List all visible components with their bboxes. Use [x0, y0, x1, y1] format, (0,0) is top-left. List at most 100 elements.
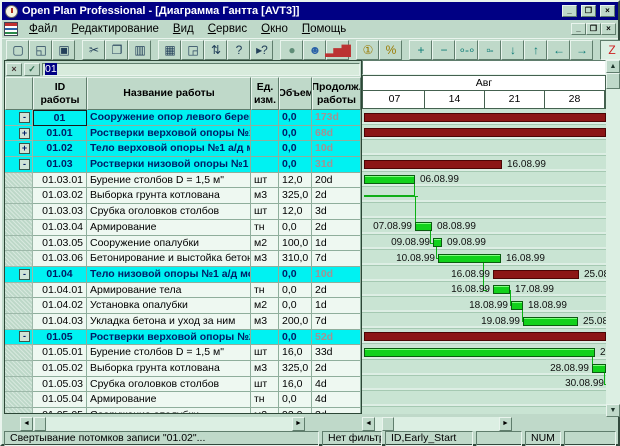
- collapse-icon[interactable]: -: [19, 331, 30, 342]
- child-close-button[interactable]: ×: [601, 23, 616, 35]
- clock-icon[interactable]: ①: [356, 40, 379, 60]
- table-row[interactable]: -01Сооружение опор левого берега0,0173d: [5, 110, 361, 126]
- table-row[interactable]: 01.05.03Срубка оголовков столбовшт16,04d: [5, 377, 361, 393]
- table-row[interactable]: 01.03.05Сооружение опалубким2100,01d: [5, 236, 361, 252]
- expand-icon[interactable]: +: [19, 128, 30, 139]
- link-nodes-icon[interactable]: ∘-∘: [455, 40, 478, 60]
- table-scroll-left-icon[interactable]: ◄: [20, 417, 33, 431]
- copy-icon[interactable]: ❐: [105, 40, 128, 60]
- arrow-down-icon[interactable]: ↓: [501, 40, 524, 60]
- print-icon[interactable]: ▦: [158, 40, 181, 60]
- task-bar-01.04.01[interactable]: [493, 285, 510, 294]
- header-volume[interactable]: Объем: [279, 77, 312, 110]
- restore-button[interactable]: ❐: [581, 5, 596, 17]
- accept-edit-button[interactable]: ✓: [24, 63, 40, 76]
- table-row[interactable]: 01.05.02Выборка грунта котлованам3325,02…: [5, 361, 361, 377]
- menu-item[interactable]: Окно: [254, 22, 295, 36]
- task-bar-01.04.02[interactable]: [511, 301, 523, 310]
- table-row[interactable]: 01.05.05Сооружение опалубким292,02d: [5, 408, 361, 413]
- add-activity-icon[interactable]: +: [409, 40, 432, 60]
- zigzag-view-icon[interactable]: Z: [600, 40, 620, 60]
- cut-icon[interactable]: ✂: [82, 40, 105, 60]
- table-row[interactable]: +01.01Ростверки верховой опоры №1 а/д0,0…: [5, 126, 361, 142]
- task-bar-01.03.06[interactable]: [438, 254, 501, 263]
- summary-bar-01.04[interactable]: [493, 270, 579, 279]
- task-bar-01.04.03[interactable]: [523, 317, 578, 326]
- expand-icon[interactable]: +: [19, 143, 30, 154]
- child-restore-button[interactable]: ❐: [586, 23, 601, 35]
- new-document-icon[interactable]: ▢: [6, 40, 29, 60]
- header-id[interactable]: ID работы: [33, 77, 87, 110]
- header-unit[interactable]: Ед. изм.: [251, 77, 279, 110]
- open-folder-icon[interactable]: ◱: [29, 40, 52, 60]
- gantt-timescale[interactable]: Авг 07142128: [362, 75, 606, 109]
- arrow-left-icon[interactable]: ←: [547, 40, 570, 60]
- table-scroll-right-icon[interactable]: ►: [292, 417, 305, 431]
- table-horizontal-scrollbar[interactable]: ◄ ►: [20, 417, 305, 431]
- table-row[interactable]: 01.03.02Выборка грунта котлованам3325,02…: [5, 188, 361, 204]
- child-minimize-button[interactable]: _: [571, 23, 586, 35]
- table-row[interactable]: 01.04.01Армирование телатн0,02d: [5, 283, 361, 299]
- scroll-down-icon[interactable]: ▼: [606, 404, 620, 417]
- header-name[interactable]: Название работы: [87, 77, 251, 110]
- cell-edit-input[interactable]: 01: [42, 63, 360, 76]
- collapse-icon[interactable]: -: [19, 112, 30, 123]
- child-document-icon[interactable]: [4, 22, 18, 36]
- percent-icon[interactable]: %: [379, 40, 402, 60]
- paste-icon[interactable]: ▥: [128, 40, 151, 60]
- bar-chart-icon[interactable]: ▂▅▇: [326, 40, 349, 60]
- task-bar-01.05.02[interactable]: [592, 364, 606, 373]
- header-duration[interactable]: Продолж. работы: [312, 77, 361, 110]
- task-bar-01.03.01[interactable]: [364, 175, 415, 184]
- minimize-button[interactable]: _: [562, 5, 577, 17]
- resource-icon[interactable]: ☻: [303, 40, 326, 60]
- vertical-scrollbar[interactable]: ▲ ▼: [606, 60, 620, 417]
- collapse-icon[interactable]: -: [19, 159, 30, 170]
- close-button[interactable]: ×: [600, 5, 615, 17]
- help-icon[interactable]: ?: [227, 40, 250, 60]
- gantt-scroll-right-icon[interactable]: ►: [499, 417, 512, 431]
- collapse-icon[interactable]: -: [19, 269, 30, 280]
- print-preview-icon[interactable]: ◲: [181, 40, 204, 60]
- arrow-up-icon[interactable]: ↑: [524, 40, 547, 60]
- arrow-right-icon[interactable]: →: [570, 40, 593, 60]
- task-bar-01.05.01[interactable]: [364, 348, 595, 357]
- link-boxes-icon[interactable]: ▫-: [478, 40, 501, 60]
- menu-item[interactable]: Файл: [22, 22, 64, 36]
- table-row[interactable]: 01.05.04Армированиетн0,04d: [5, 392, 361, 408]
- table-scroll-thumb[interactable]: [34, 417, 46, 431]
- summary-bar-01[interactable]: [364, 113, 606, 122]
- table-row[interactable]: +01.02Тело верховой опоры №1 а/д моста0,…: [5, 141, 361, 157]
- task-bar-01.03.05[interactable]: [433, 238, 442, 247]
- table-row[interactable]: 01.05.01Бурение столбов D = 1,5 м"шт16,0…: [5, 345, 361, 361]
- task-bar-01.03.04[interactable]: [415, 222, 432, 231]
- table-row[interactable]: 01.03.01Бурение столбов D = 1,5 м"шт12,0…: [5, 173, 361, 189]
- gantt-horizontal-scrollbar[interactable]: ◄ ►: [362, 417, 512, 431]
- gantt-scroll-thumb[interactable]: [382, 417, 394, 431]
- save-icon[interactable]: ▣: [52, 40, 75, 60]
- vertical-scroll-thumb[interactable]: [606, 73, 620, 89]
- table-row[interactable]: 01.03.04Армированиетн0,02d: [5, 220, 361, 236]
- remove-activity-icon[interactable]: −: [432, 40, 455, 60]
- summary-bar-01.03[interactable]: [364, 160, 502, 169]
- summary-bar-01.01[interactable]: [364, 128, 606, 137]
- scroll-up-icon[interactable]: ▲: [606, 60, 620, 73]
- menu-item[interactable]: Вид: [166, 22, 201, 36]
- summary-bar-01.05[interactable]: [364, 332, 606, 341]
- context-help-icon[interactable]: ▸?: [250, 40, 273, 60]
- task-bar-01.03.02[interactable]: [364, 195, 415, 197]
- table-row[interactable]: 01.03.06Бетонирование и выстойка бетонам…: [5, 251, 361, 267]
- table-row[interactable]: -01.03Ростверки низовой опоры №1 а/д м0,…: [5, 157, 361, 173]
- table-row[interactable]: 01.04.03Укладка бетона и уход за нимм320…: [5, 314, 361, 330]
- menu-item[interactable]: Сервис: [201, 22, 254, 36]
- table-row[interactable]: -01.05Ростверки верховой опоры №2 а/д0,0…: [5, 330, 361, 346]
- table-row[interactable]: -01.04Тело низовой опоры №1 а/д моста0,0…: [5, 267, 361, 283]
- record-circle-icon[interactable]: ●: [280, 40, 303, 60]
- table-row[interactable]: 01.03.03Срубка оголовков столбовшт12,03d: [5, 204, 361, 220]
- menu-item[interactable]: Редактирование: [64, 22, 166, 36]
- gantt-scroll-left-icon[interactable]: ◄: [362, 417, 375, 431]
- sort-updown-icon[interactable]: ⇅: [204, 40, 227, 60]
- cancel-edit-button[interactable]: ×: [6, 63, 22, 76]
- menu-item[interactable]: Помощь: [295, 22, 353, 36]
- table-row[interactable]: 01.04.02Установка опалубким20,01d: [5, 298, 361, 314]
